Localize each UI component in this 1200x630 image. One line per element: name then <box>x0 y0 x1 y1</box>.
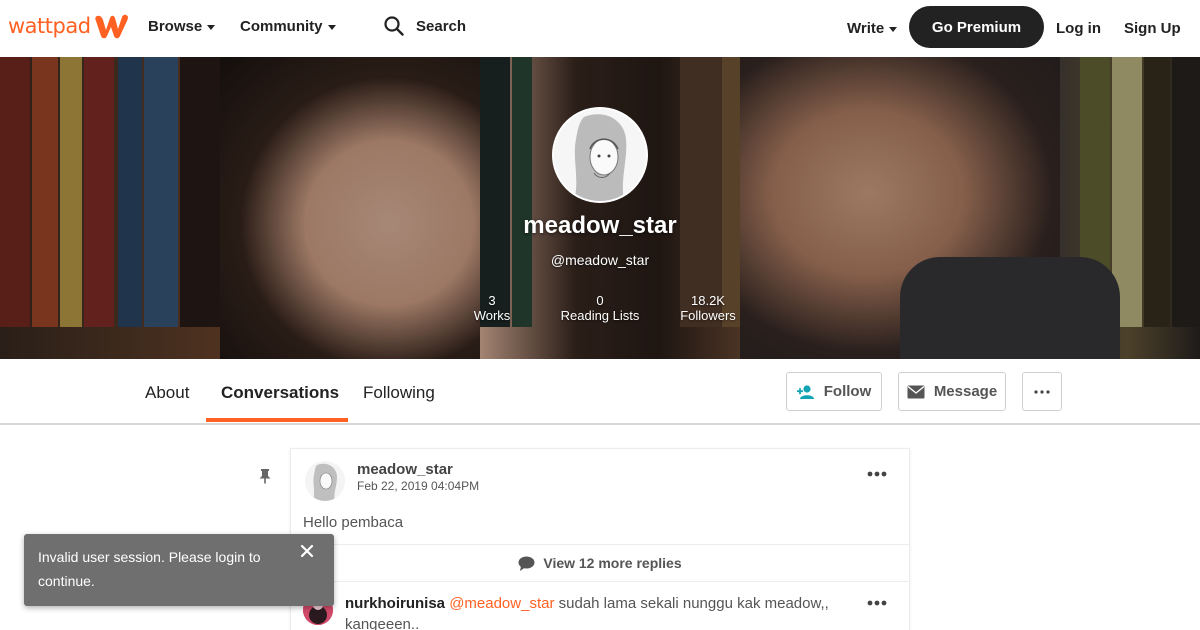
avatar-illustration-icon <box>554 109 646 201</box>
logo-wordmark: wattpad <box>8 14 91 38</box>
active-tab-indicator <box>206 418 348 422</box>
avatar-illustration-icon <box>305 461 345 501</box>
tab-conversations[interactable]: Conversations <box>221 383 339 403</box>
stat-label: Works <box>473 308 511 323</box>
post-author-avatar[interactable] <box>305 461 345 501</box>
session-error-toast: Invalid user session. Please login to co… <box>24 534 334 606</box>
post-timestamp: Feb 22, 2019 04:04PM <box>357 479 480 493</box>
chevron-down-icon <box>327 25 336 30</box>
post-author-name[interactable]: meadow_star <box>357 461 453 478</box>
pin-icon <box>259 469 271 484</box>
tab-about[interactable]: About <box>145 383 189 403</box>
follow-button[interactable]: Follow <box>786 372 882 411</box>
stat-works[interactable]: 3 Works <box>470 293 514 323</box>
login-link[interactable]: Log in <box>1056 20 1101 37</box>
browse-label: Browse <box>148 18 203 35</box>
community-menu[interactable]: Community <box>240 18 336 35</box>
more-dots-icon <box>1034 389 1050 394</box>
search-placeholder: Search <box>416 17 467 35</box>
add-user-icon <box>796 384 814 399</box>
profile-handle: @meadow_star <box>550 252 650 268</box>
reply-text: nurkhoirunisa @meadow_star sudah lama se… <box>345 593 845 630</box>
toast-message: Invalid user session. Please login to co… <box>38 549 261 589</box>
reply-options-icon[interactable] <box>867 600 887 606</box>
post-options-icon[interactable] <box>867 471 887 477</box>
profile-banner: meadow_star @meadow_star 3 Works 0 Readi… <box>0 57 1200 359</box>
wattpad-w-icon <box>94 14 128 39</box>
browse-menu[interactable]: Browse <box>148 18 216 35</box>
profile-tabs-bar: About Conversations Following Follow Mes… <box>0 359 1200 425</box>
signup-label: Sign Up <box>1124 20 1181 37</box>
reply-mention-link[interactable]: @meadow_star <box>449 595 554 612</box>
view-replies-label: View 12 more replies <box>543 555 682 571</box>
community-label: Community <box>240 18 323 35</box>
message-button[interactable]: Message <box>898 372 1006 411</box>
stat-label: Followers <box>680 308 736 323</box>
profile-username: meadow_star <box>523 212 677 239</box>
go-premium-button[interactable]: Go Premium <box>909 6 1044 48</box>
more-options-button[interactable] <box>1022 372 1062 411</box>
signup-link[interactable]: Sign Up <box>1124 20 1181 37</box>
write-menu[interactable]: Write <box>847 20 898 37</box>
stat-followers[interactable]: 18.2K Followers <box>676 293 740 323</box>
speech-bubble-icon <box>518 556 535 571</box>
reply-author-name[interactable]: nurkhoirunisa <box>345 595 445 612</box>
chevron-down-icon <box>207 25 216 30</box>
follow-label: Follow <box>823 383 872 400</box>
wattpad-logo[interactable]: wattpad <box>8 12 130 40</box>
search-input[interactable]: Search <box>384 16 466 36</box>
close-icon[interactable] <box>300 544 314 558</box>
conversation-card: meadow_star Feb 22, 2019 04:04PM Hello p… <box>290 448 910 630</box>
view-replies-button[interactable]: View 12 more replies <box>291 544 909 582</box>
stat-reading-lists[interactable]: 0 Reading Lists <box>555 293 645 323</box>
write-label: Write <box>847 20 885 37</box>
message-label: Message <box>933 383 998 400</box>
profile-avatar[interactable] <box>552 107 648 203</box>
login-label: Log in <box>1056 20 1101 37</box>
stat-value: 18.2K <box>691 293 725 308</box>
search-icon <box>384 16 404 36</box>
top-navigation: wattpad Browse Community Search Write Go… <box>0 0 1200 57</box>
tab-following[interactable]: Following <box>363 383 435 403</box>
envelope-icon <box>907 385 925 398</box>
stat-label: Reading Lists <box>560 308 640 323</box>
stat-value: 0 <box>596 293 604 308</box>
chevron-down-icon <box>889 27 898 32</box>
stat-value: 3 <box>488 293 496 308</box>
post-body: Hello pembaca <box>303 514 404 531</box>
